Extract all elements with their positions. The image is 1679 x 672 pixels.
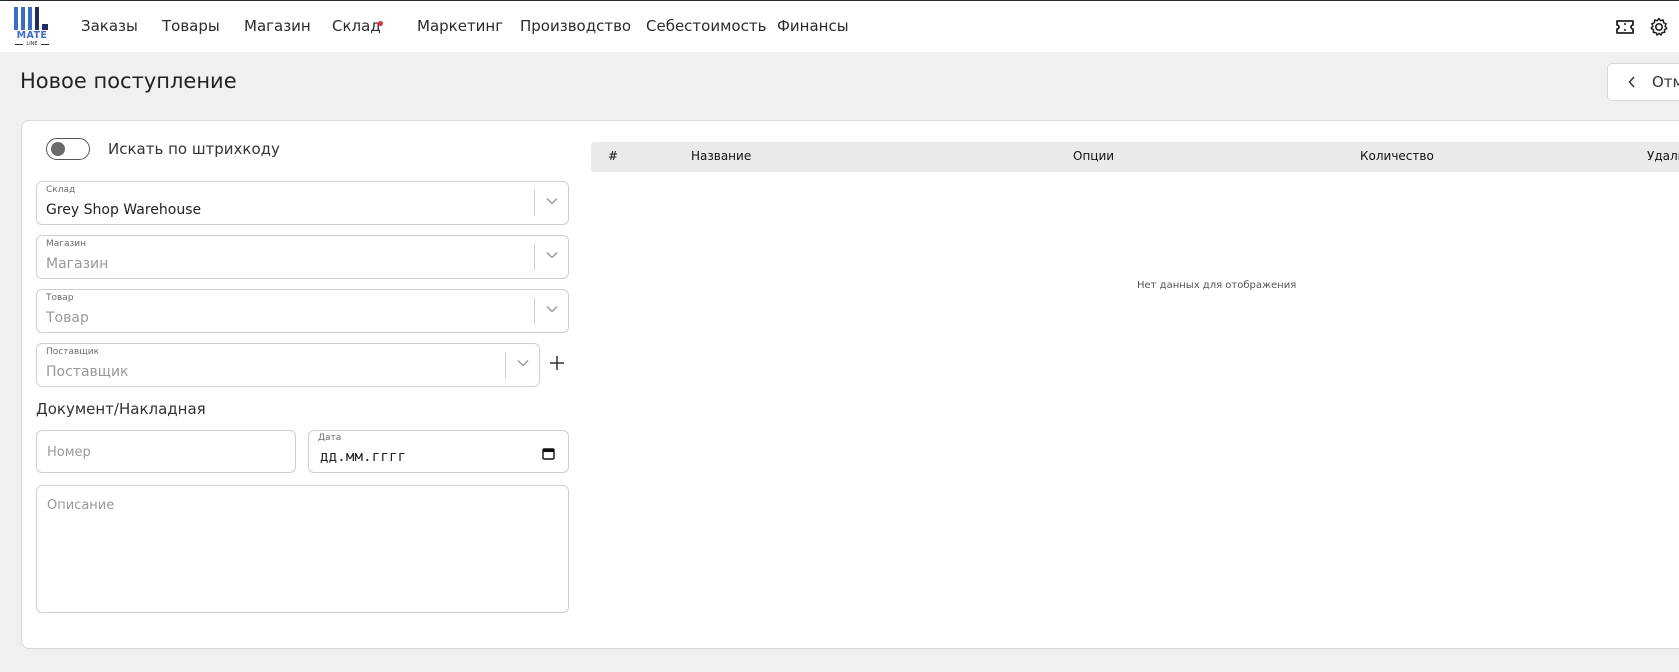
nav-item-orders[interactable]: Заказы bbox=[81, 17, 138, 35]
column-header-options: Опции bbox=[1073, 149, 1115, 163]
warehouse-value: Grey Shop Warehouse bbox=[46, 202, 202, 218]
barcode-search-label: Искать по штрихкоду bbox=[108, 140, 280, 158]
description-textarea[interactable]: Описание bbox=[36, 485, 569, 613]
top-navbar: MATE LINE Заказы Товары Магазин Склад Ма… bbox=[0, 1, 1679, 52]
column-header-quantity: Количество bbox=[1360, 149, 1434, 163]
product-label: Товар bbox=[46, 293, 74, 303]
document-number-input[interactable]: Номер bbox=[36, 430, 296, 473]
nav-item-finance[interactable]: Финансы bbox=[777, 17, 849, 35]
logo-text: MATE bbox=[16, 30, 48, 41]
logo-subtext: LINE bbox=[14, 41, 50, 47]
nav-item-cost[interactable]: Себестоимость bbox=[646, 17, 766, 35]
toggle-knob bbox=[51, 142, 65, 156]
product-select[interactable]: Товар Товар bbox=[36, 289, 569, 333]
page-title: Новое поступление bbox=[20, 69, 237, 93]
nav-item-products[interactable]: Товары bbox=[162, 17, 220, 35]
supplier-select[interactable]: Поставщик Поставщик bbox=[36, 343, 540, 387]
cancel-button-label: Отмена bbox=[1652, 73, 1679, 91]
date-label: Дата bbox=[318, 433, 342, 443]
column-header-name: Название bbox=[691, 149, 752, 163]
calendar-icon[interactable] bbox=[542, 447, 555, 460]
shop-placeholder: Магазин bbox=[46, 256, 109, 272]
warehouse-label: Склад bbox=[46, 185, 76, 195]
table-header: # Название Опции Количество Удалить bbox=[591, 142, 1679, 172]
supplier-label: Поставщик bbox=[46, 347, 100, 357]
gear-icon[interactable] bbox=[1648, 16, 1670, 38]
document-number-placeholder: Номер bbox=[47, 445, 91, 460]
document-section-title: Документ/Накладная bbox=[36, 400, 206, 418]
chevron-left-icon bbox=[1628, 76, 1635, 88]
nav-item-shop[interactable]: Магазин bbox=[244, 17, 311, 35]
nav-item-warehouse[interactable]: Склад bbox=[332, 17, 381, 35]
mateline-logo[interactable]: MATE LINE bbox=[14, 7, 50, 47]
chevron-down-icon[interactable] bbox=[517, 359, 529, 367]
nav-item-production[interactable]: Производство bbox=[520, 17, 631, 35]
shop-select[interactable]: Магазин Магазин bbox=[36, 235, 569, 279]
add-supplier-icon[interactable] bbox=[548, 354, 566, 372]
description-placeholder: Описание bbox=[47, 498, 115, 513]
notification-dot bbox=[378, 21, 383, 26]
chevron-down-icon[interactable] bbox=[546, 197, 558, 205]
warehouse-select[interactable]: Склад Grey Shop Warehouse bbox=[36, 181, 569, 225]
supplier-placeholder: Поставщик bbox=[46, 364, 129, 380]
barcode-search-toggle[interactable] bbox=[46, 138, 90, 160]
shop-label: Магазин bbox=[46, 239, 87, 249]
cancel-button[interactable]: Отмена bbox=[1607, 63, 1679, 101]
date-input[interactable]: Дата дд.мм.гггг bbox=[308, 430, 569, 473]
column-header-number: # bbox=[608, 149, 619, 163]
table-empty-message: Нет данных для отображения bbox=[1137, 280, 1297, 291]
chevron-down-icon[interactable] bbox=[546, 251, 558, 259]
ticket-icon[interactable] bbox=[1614, 16, 1636, 38]
column-header-delete: Удалить bbox=[1647, 149, 1679, 163]
product-placeholder: Товар bbox=[46, 310, 89, 326]
nav-item-marketing[interactable]: Маркетинг bbox=[417, 17, 503, 35]
chevron-down-icon[interactable] bbox=[546, 305, 558, 313]
date-value: дд.мм.гггг bbox=[320, 449, 407, 465]
